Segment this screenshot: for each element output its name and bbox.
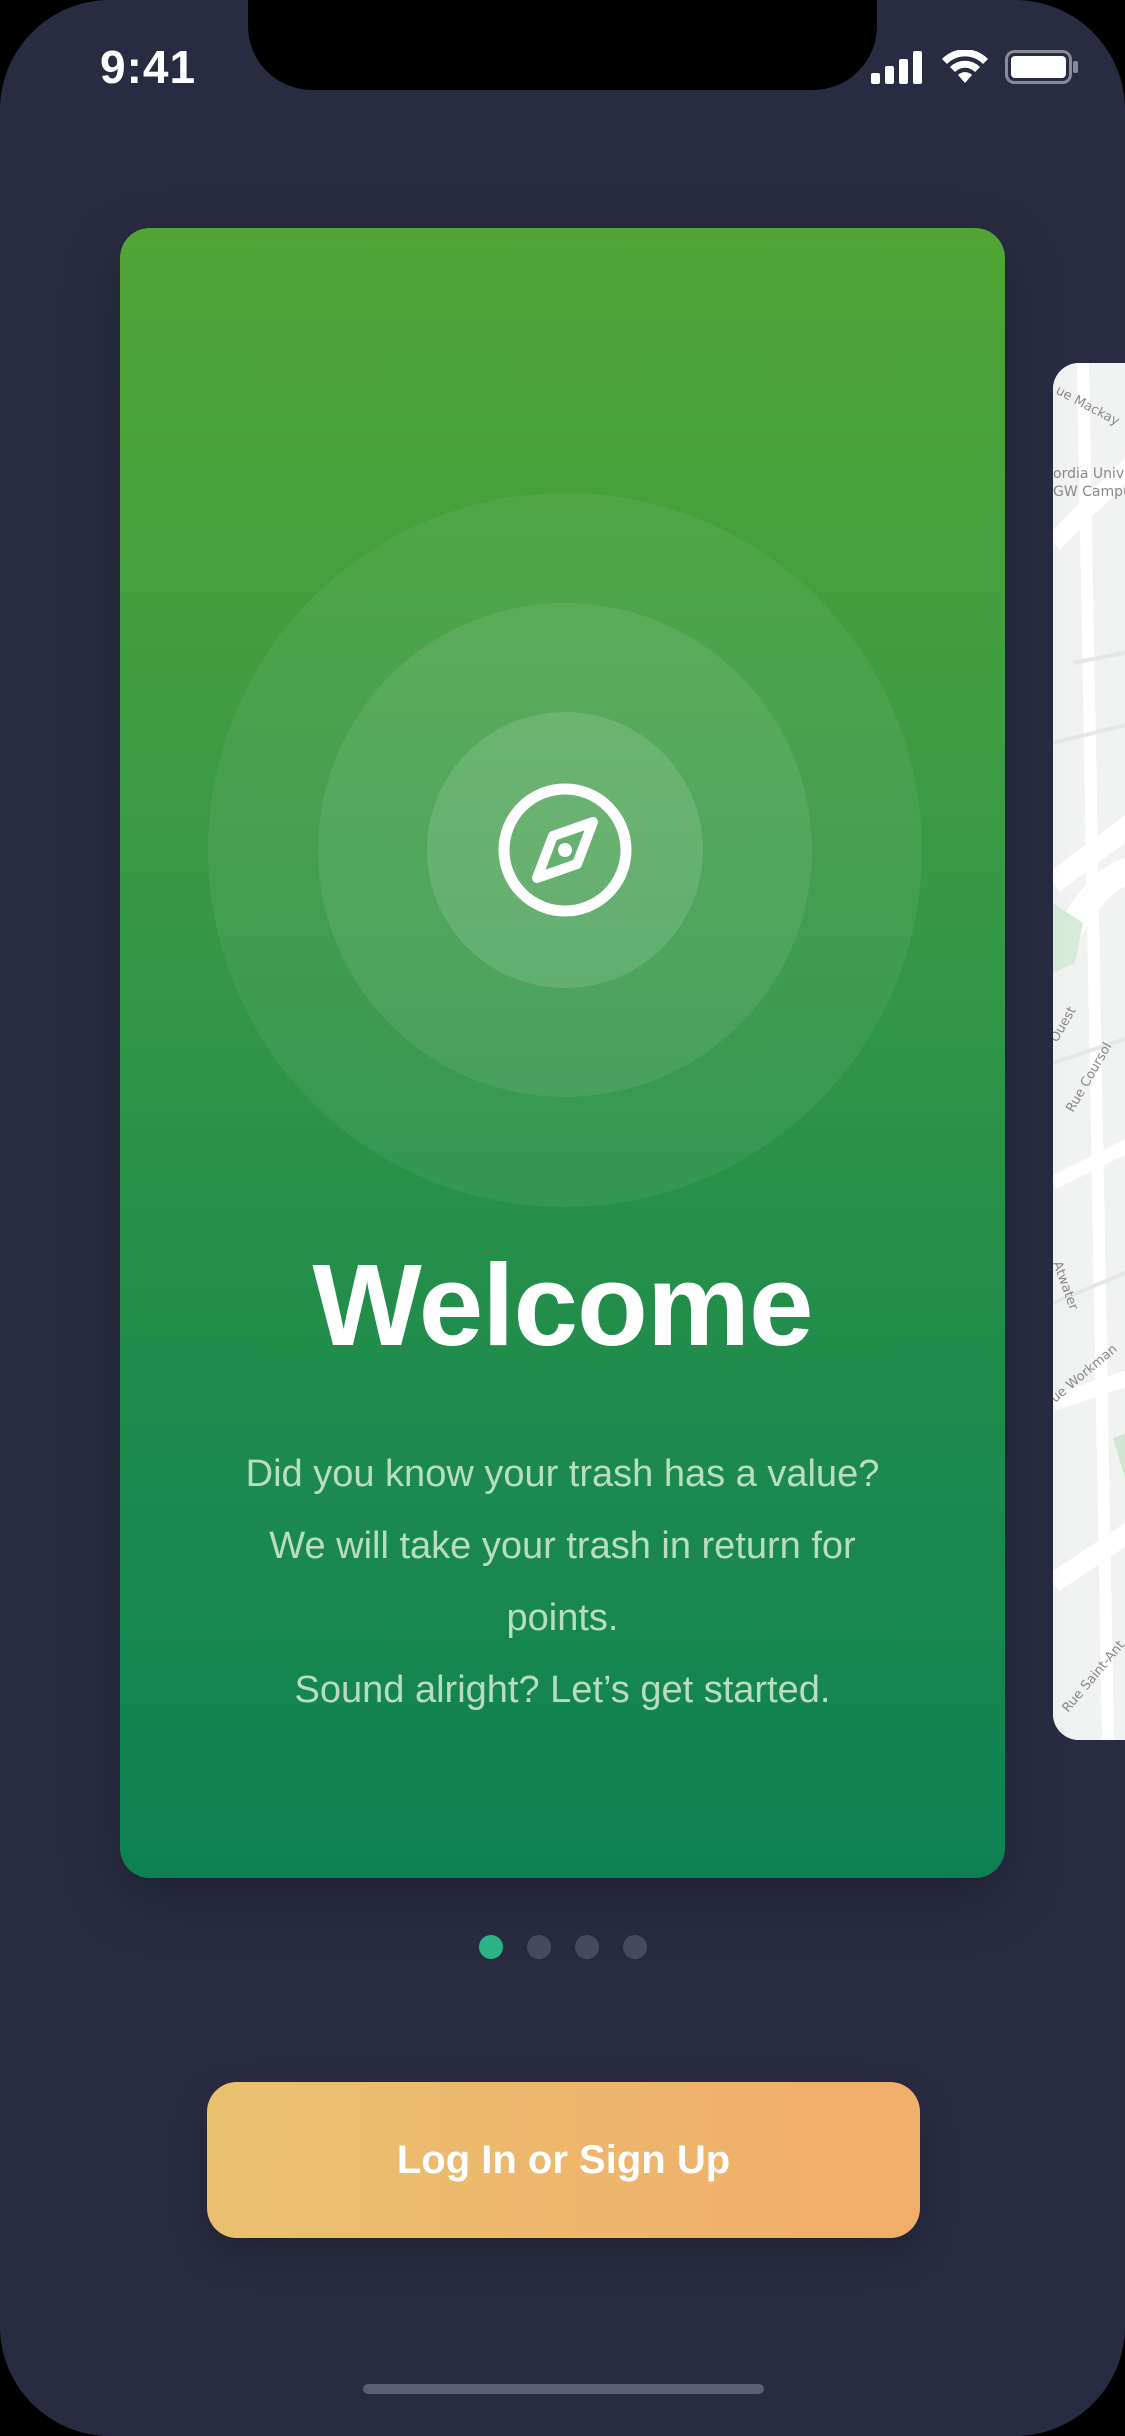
map-graphic: ue Mackay ordia Univer GW Campus Ouest R…	[1053, 363, 1125, 1740]
home-indicator[interactable]	[363, 2384, 764, 2394]
cellular-signal-icon	[871, 51, 922, 84]
battery-icon	[1005, 50, 1078, 84]
page-dot-1-active[interactable]	[478, 1935, 503, 1959]
welcome-description-line: points.	[506, 1597, 619, 1639]
login-signup-button[interactable]: Log In or Sign Up	[207, 2082, 920, 2238]
welcome-description-line: Sound alright? Let’s get started.	[294, 1669, 831, 1711]
wifi-icon	[942, 50, 988, 83]
phone-screen: 9:41 ue Mackay ordia Univ GW Camp Ouest …	[0, 0, 1125, 2436]
page-dot-2[interactable]	[526, 1935, 551, 1959]
welcome-description: Did you know your trash has a value? We …	[180, 1438, 945, 1726]
welcome-description-line: Did you know your trash has a value?	[245, 1453, 880, 1495]
page-indicator	[0, 1935, 1125, 1959]
welcome-title: Welcome	[312, 1240, 813, 1370]
status-icons	[871, 50, 1081, 90]
page-dot-4[interactable]	[622, 1935, 647, 1959]
device-notch	[248, 0, 877, 90]
welcome-card[interactable]: Welcome Did you know your trash has a va…	[120, 228, 1005, 1878]
svg-text:GW Campus: GW Campus	[1053, 484, 1125, 500]
compass-icon	[498, 783, 632, 917]
status-time: 9:41	[100, 41, 197, 93]
svg-text:ordia Univer: ordia Univer	[1053, 466, 1125, 482]
page-dot-3[interactable]	[574, 1935, 599, 1959]
welcome-description-line: We will take your trash in return for	[269, 1525, 856, 1567]
next-card-map-preview[interactable]: ue Mackay ordia Univer GW Campus Ouest R…	[1053, 363, 1125, 1740]
